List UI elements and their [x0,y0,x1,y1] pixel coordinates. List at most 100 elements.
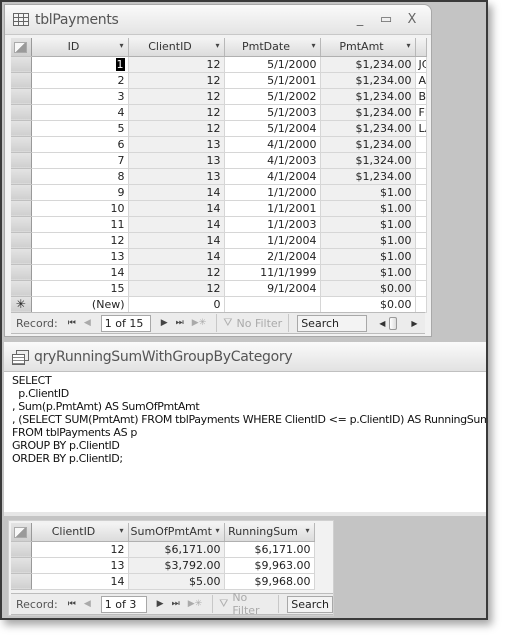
cell-pmtamt[interactable]: $1.00 [320,200,416,217]
cell-id[interactable]: 10 [31,200,129,217]
next-record-button[interactable]: ▶ [157,599,164,609]
cell-pmtamt[interactable]: $1.00 [320,216,416,233]
search-input[interactable]: Search [297,314,368,332]
cell-pmtamt[interactable]: $1,324.00 [320,152,416,169]
cell-pmtdate[interactable]: 9/1/2004 [224,280,321,297]
row-selector[interactable] [11,280,32,297]
row-selector[interactable] [11,248,32,265]
cell-id[interactable]: 14 [31,264,129,281]
table-row[interactable]: 5125/1/2004$1,234.00LA [11,120,427,137]
row-selector[interactable] [11,152,32,169]
last-record-button[interactable]: ⏭ [176,318,184,328]
cell-clientid[interactable]: 12 [128,120,225,137]
dropdown-arrow-icon[interactable]: ▾ [215,41,219,50]
table-row[interactable]: 7 13 4/1/2003 $1,324.00 [11,152,427,169]
cell-id[interactable]: 8 [31,168,129,185]
previous-record-button[interactable]: ◀ [84,318,91,328]
cell-pmtamt[interactable]: $1.00 [320,184,416,201]
cell-pmtdate[interactable]: 5/1/2000 [224,56,321,73]
scroll-right-icon[interactable]: ▶ [411,319,417,328]
cell-pmtdate[interactable]: 2/1/2004 [224,248,321,265]
search-input[interactable]: Search [287,595,334,613]
cell-id[interactable]: 15 [31,280,129,297]
cell-pmtamt[interactable]: $0.00 [320,296,416,313]
cell-pmtamt[interactable]: $1,234.00 [320,168,416,185]
cell-id[interactable]: 11 [31,216,129,233]
cell-extra[interactable] [415,248,427,265]
last-record-button[interactable]: ⏭ [172,599,180,609]
select-all-corner[interactable] [11,38,32,57]
cell-pmtdate[interactable]: 1/1/2004 [224,232,321,249]
dropdown-arrow-icon[interactable]: ▾ [406,41,410,50]
table-row[interactable]: 14 12 11/1/1999 $1.00 [11,264,427,281]
record-position-input[interactable]: 1 of 3 [100,595,147,613]
cell-runningsum[interactable]: $6,171.00 [224,541,315,558]
cell-clientid[interactable]: 0 [128,296,225,313]
dropdown-arrow-icon[interactable]: ▾ [119,526,123,535]
cell-pmtdate[interactable]: 1/1/2001 [224,200,321,217]
new-record-button[interactable]: ▶✳ [188,599,202,609]
table-row[interactable]: 15 12 9/1/2004 $0.00 [11,280,427,297]
row-selector[interactable] [11,264,32,281]
cell-id[interactable]: 7 [31,152,129,169]
row-selector[interactable] [11,232,32,249]
row-selector[interactable] [11,72,32,89]
cell-clientid[interactable]: 14 [128,184,225,201]
close-button[interactable]: X [399,12,425,27]
new-record-row[interactable]: ✳ (New) 0 $0.00 [11,296,427,313]
cell-extra[interactable] [415,296,427,313]
cell-id[interactable]: 6 [31,136,129,153]
table-row[interactable]: 2125/1/2001$1,234.00AI [11,72,427,89]
dropdown-arrow-icon[interactable]: ▾ [311,41,315,50]
no-filter-button[interactable]: ⛛ No Filter [223,316,282,330]
cell-clientid[interactable]: 12 [128,280,225,297]
column-header-pmtdate[interactable]: PmtDate ▾ [224,38,321,57]
cell-id[interactable]: 13 [31,248,129,265]
cell-extra[interactable] [415,232,427,249]
row-selector[interactable] [11,541,32,558]
maximize-button[interactable]: ▭ [373,12,399,27]
cell-id[interactable]: 12 [31,232,129,249]
cell-pmtdate[interactable]: 5/1/2004 [224,120,321,137]
cell-clientid[interactable]: 12 [128,264,225,281]
first-record-button[interactable]: ⏮ [68,318,76,328]
row-selector[interactable] [11,216,32,233]
record-position-input[interactable]: 1 of 15 [100,314,151,332]
row-selector[interactable] [11,56,32,73]
cell-pmtamt[interactable]: $1,234.00 [320,136,416,153]
cell-pmtdate[interactable]: 1/1/2000 [224,184,321,201]
cell-sumofpmtamt[interactable]: $5.00 [128,573,225,590]
cell-id[interactable]: 3 [31,88,129,105]
cell-clientid[interactable]: 14 [128,248,225,265]
column-header-pmtamt[interactable]: PmtAmt ▾ [320,38,416,57]
cell-extra[interactable] [415,184,427,201]
horizontal-scrollbar[interactable]: ◀ ▶ [379,316,418,330]
column-header-clientid[interactable]: ClientID ▾ [31,523,129,542]
cell-pmtamt[interactable]: $1,234.00 [320,120,416,137]
cell-extra[interactable] [415,216,427,233]
table-row[interactable]: 10 14 1/1/2001 $1.00 [11,200,427,217]
scroll-thumb[interactable] [389,316,398,330]
cell-pmtamt[interactable]: $1.00 [320,248,416,265]
cell-clientid[interactable]: 13 [128,152,225,169]
cell-pmtamt[interactable]: $1,234.00 [320,104,416,121]
cell-pmtamt[interactable]: $1,234.00 [320,88,416,105]
row-selector[interactable] [11,557,32,574]
cell-clientid[interactable]: 13 [31,557,129,574]
row-selector[interactable] [11,184,32,201]
cell-pmtdate[interactable]: 5/1/2002 [224,88,321,105]
cell-extra[interactable] [415,200,427,217]
cell-pmtdate[interactable]: 1/1/2003 [224,216,321,233]
cell-clientid[interactable]: 12 [128,88,225,105]
cell-clientid[interactable]: 14 [128,200,225,217]
table-row[interactable]: 13 $3,792.00 $9,963.00 [11,557,315,574]
cell-clientid[interactable]: 12 [31,541,129,558]
cell-pmtdate[interactable]: 4/1/2000 [224,136,321,153]
cell-runningsum[interactable]: $9,968.00 [224,573,315,590]
table-row[interactable]: 1125/1/2000$1,234.00JC [11,56,427,73]
table-row[interactable]: 3125/1/2002$1,234.00B/ [11,88,427,105]
window-titlebar[interactable]: tblPayments _ ▭ X [5,5,431,35]
cell-pmtdate[interactable]: 4/1/2004 [224,168,321,185]
row-selector[interactable] [11,168,32,185]
table-row[interactable]: 13 14 2/1/2004 $1.00 [11,248,427,265]
